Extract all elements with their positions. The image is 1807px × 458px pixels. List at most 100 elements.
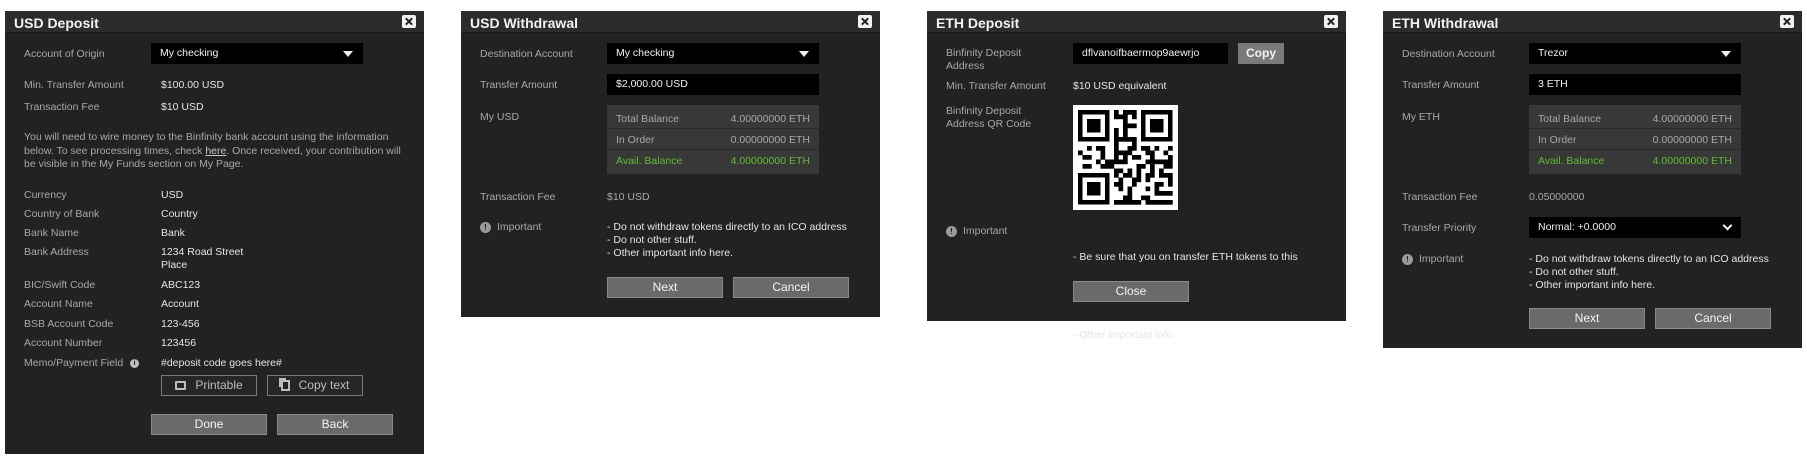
- usd-deposit-dialog: USD Deposit Account of Origin My checkin…: [5, 11, 424, 454]
- destination-account-label: Destination Account: [1402, 48, 1495, 60]
- bic-swift-label: BIC/Swift Code: [24, 279, 96, 291]
- important-notes: - Do not withdraw tokens directly to an …: [607, 221, 847, 260]
- dialog-title: USD Deposit: [14, 15, 99, 31]
- min-transfer-value: $10 USD equivalent: [1073, 80, 1167, 92]
- memo-label: Memo/Payment Field: [24, 357, 124, 369]
- divider: [1529, 128, 1741, 129]
- close-icon[interactable]: [1780, 15, 1794, 28]
- cancel-button[interactable]: Cancel: [733, 277, 849, 298]
- divider: [607, 128, 819, 129]
- avail-balance-row: Avail. Balance 4.00000000 ETH: [616, 155, 810, 168]
- important-icon: !: [1402, 254, 1413, 265]
- fee-label: Transaction Fee: [24, 101, 100, 113]
- important-notes: - Do not withdraw tokens directly to an …: [1529, 253, 1769, 292]
- copy-text-label: Copy text: [298, 378, 350, 392]
- balance-panel: Total Balance 4.00000000 ETH In Order 0.00…: [1529, 105, 1741, 174]
- total-balance-value: 4.00000000 ETH: [730, 113, 810, 125]
- important-icon: !: [946, 226, 957, 237]
- usd-withdrawal-dialog: USD Withdrawal Destination Account My ch…: [461, 11, 880, 317]
- important-line: - Other important info here.: [607, 247, 734, 259]
- bank-address-value-line-2: Place: [161, 259, 188, 271]
- important-icon: !: [480, 222, 491, 233]
- important-line: - Do not other stuff.: [1529, 266, 1619, 278]
- transfer-priority-select[interactable]: Normal: +0.0000: [1529, 217, 1741, 238]
- instructions-line-3: be visible in the My Funds section on My…: [24, 158, 244, 170]
- memo-value: #deposit code goes here#: [161, 357, 282, 369]
- important-line: - Be sure that you on transfer ETH token…: [1073, 251, 1298, 263]
- dialog-title: USD Withdrawal: [470, 15, 578, 31]
- close-icon[interactable]: [1324, 15, 1338, 28]
- avail-balance-row: Avail. Balance 4.00000000 ETH: [1538, 155, 1732, 168]
- eth-deposit-dialog: ETH Deposit Binfinity Deposit Address df…: [927, 11, 1346, 341]
- transfer-amount-label: Transfer Amount: [480, 79, 558, 91]
- total-balance-row: Total Balance 4.00000000 ETH: [1538, 113, 1732, 126]
- important-label: Important: [497, 221, 542, 233]
- account-of-origin-select[interactable]: My checking: [151, 43, 363, 64]
- next-button[interactable]: Next: [607, 277, 723, 298]
- dialog-title: ETH Deposit: [936, 15, 1020, 31]
- eth-withdrawal-dialog: ETH Withdrawal Destination Account Trezo…: [1383, 11, 1802, 348]
- processing-times-link[interactable]: here: [205, 145, 226, 157]
- close-icon[interactable]: [402, 15, 416, 28]
- dialog-header: ETH Deposit: [927, 11, 1346, 33]
- copy-address-button[interactable]: Copy: [1238, 43, 1284, 64]
- instructions-line-1: You will need to wire money to the Binfi…: [24, 131, 389, 143]
- account-of-origin-value: My checking: [160, 47, 219, 59]
- important-line: - Other important info here.: [1529, 279, 1656, 291]
- avail-balance-value: 4.00000000 ETH: [1652, 155, 1732, 167]
- my-eth-label: My ETH: [1402, 111, 1440, 123]
- avail-balance-label: Avail. Balance: [616, 155, 683, 167]
- avail-balance-label: Avail. Balance: [1538, 155, 1605, 167]
- caret-down-icon: [343, 51, 353, 57]
- destination-account-value: My checking: [616, 47, 675, 59]
- chevron-down-icon: [1722, 220, 1733, 231]
- next-button[interactable]: Next: [1529, 308, 1645, 329]
- dialog-header: USD Deposit: [5, 11, 424, 33]
- in-order-label: In Order: [1538, 134, 1577, 146]
- back-button[interactable]: Back: [277, 414, 393, 435]
- balance-panel: Total Balance 4.00000000 ETH In Order 0.00…: [607, 105, 819, 174]
- printable-button[interactable]: Printable: [161, 375, 257, 396]
- divider: [607, 149, 819, 150]
- close-icon[interactable]: [858, 15, 872, 28]
- close-button[interactable]: Close: [1073, 281, 1189, 302]
- bsb-label: BSB Account Code: [24, 318, 114, 330]
- instructions-line-2: below. To see processing times, check he…: [24, 145, 419, 159]
- my-usd-label: My USD: [480, 111, 520, 123]
- transfer-amount-input[interactable]: $2,000.00 USD: [607, 74, 819, 95]
- transfer-amount-input[interactable]: 3 ETH: [1529, 74, 1741, 95]
- bank-name-label: Bank Name: [24, 227, 79, 239]
- min-transfer-value: $100.00 USD: [161, 79, 225, 91]
- destination-account-label: Destination Account: [480, 48, 573, 60]
- in-order-row: In Order 0.00000000 ETH: [1538, 134, 1732, 147]
- bank-address-value: 1234 Road Street: [161, 246, 244, 258]
- wire-instructions: You will need to wire money to the Binfi…: [24, 131, 419, 172]
- currency-value: USD: [161, 189, 184, 201]
- destination-account-value: Trezor: [1538, 47, 1568, 59]
- destination-account-select[interactable]: My checking: [607, 43, 819, 64]
- cancel-button[interactable]: Cancel: [1655, 308, 1771, 329]
- dialog-header: ETH Withdrawal: [1383, 11, 1802, 33]
- in-order-value: 0.00000000 ETH: [730, 134, 810, 146]
- fee-value: 0.05000000: [1529, 191, 1585, 203]
- important-line: - Do not withdraw tokens directly to an …: [1529, 253, 1769, 265]
- deposit-address-field[interactable]: dflvanoifbaermop9aewrjo: [1073, 43, 1228, 64]
- info-icon[interactable]: i: [130, 359, 139, 368]
- account-name-label: Account Name: [24, 298, 93, 310]
- transfer-priority-value: Normal: +0.0000: [1538, 221, 1616, 233]
- dialog-title: ETH Withdrawal: [1392, 15, 1499, 31]
- min-transfer-label: Min. Transfer Amount: [946, 80, 1046, 92]
- destination-account-select[interactable]: Trezor: [1529, 43, 1741, 64]
- currency-label: Currency: [24, 189, 67, 201]
- important-line: - Do not withdraw tokens directly to an …: [607, 221, 847, 233]
- fee-label: Transaction Fee: [480, 191, 556, 203]
- bsb-value: 123-456: [161, 318, 200, 330]
- dialog-header: USD Withdrawal: [461, 11, 880, 33]
- printer-icon: [175, 381, 187, 390]
- qr-code-label-line-1: Binfinity Deposit: [946, 105, 1022, 117]
- fee-value: $10 USD: [161, 101, 204, 113]
- done-button[interactable]: Done: [151, 414, 267, 435]
- qr-code-image: [1078, 110, 1173, 205]
- copy-text-button[interactable]: Copy text: [267, 375, 363, 396]
- avail-balance-value: 4.00000000 ETH: [730, 155, 810, 167]
